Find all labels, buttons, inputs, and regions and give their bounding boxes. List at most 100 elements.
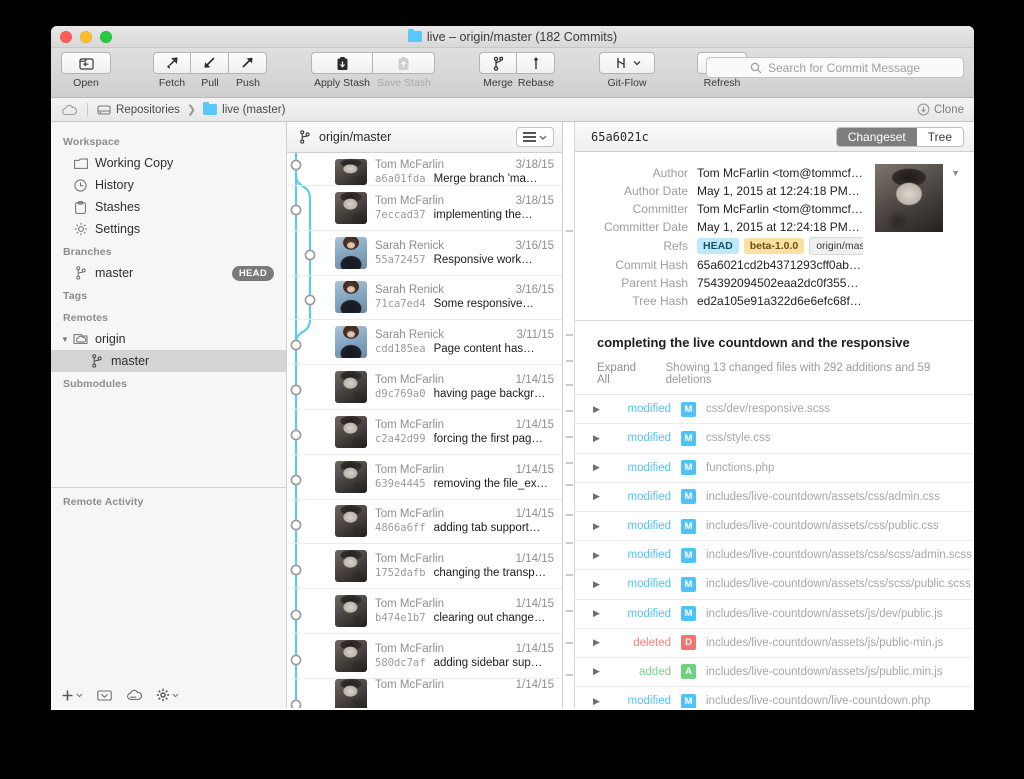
commit-row[interactable]: Tom McFarlin 3/18/15 a6a01fda Merge bran… <box>287 153 562 186</box>
files-header: Expand All Showing 13 changed files with… <box>575 362 974 394</box>
commit-row[interactable]: Tom McFarlin 3/18/15 7eccad37 implementi… <box>287 186 562 231</box>
commit-row[interactable]: Tom McFarlin 1/14/15 c2a42d99 forcing th… <box>287 410 562 455</box>
file-row[interactable]: ▶ modified M functions.php <box>575 454 974 483</box>
disclosure-triangle-icon[interactable]: ▶ <box>593 404 615 415</box>
disclosure-triangle-icon[interactable]: ▶ <box>593 608 615 619</box>
search-placeholder: Search for Commit Message <box>767 60 921 75</box>
settings-menu-button[interactable] <box>156 688 179 702</box>
file-row[interactable]: ▶ added A includes/live-countdown/assets… <box>575 658 974 688</box>
commit-date: 1/14/15 <box>515 598 554 611</box>
file-row[interactable]: ▶ modified M includes/live-countdown/ass… <box>575 541 974 571</box>
file-row[interactable]: ▶ modified M css/dev/responsive.scss <box>575 395 974 425</box>
ref-chip-remote[interactable]: origin/master <box>809 237 864 256</box>
sidebar-item-settings[interactable]: Settings <box>51 218 286 240</box>
breadcrumb-repositories[interactable]: Repositories <box>97 104 180 116</box>
metadata-row: Author Date May 1, 2015 at 12:24:18 PM E… <box>585 182 863 200</box>
disclosure-triangle-icon[interactable]: ▶ <box>593 696 615 707</box>
file-row[interactable]: ▶ modified M includes/live-countdown/ass… <box>575 483 974 512</box>
sidebar-item-origin-master[interactable]: master <box>51 350 286 372</box>
disclosure-triangle-icon[interactable]: ▼ <box>61 335 69 344</box>
refresh-label: Refresh <box>703 77 741 89</box>
commit-row[interactable]: Tom McFarlin 1/14/15 580dc7af adding sid… <box>287 634 562 679</box>
commit-message: changing the transp… <box>433 567 547 580</box>
ref-chip-head[interactable]: HEAD <box>697 238 739 255</box>
app-window: live – origin/master (182 Commits) Open … <box>51 26 974 710</box>
expand-all-button[interactable]: Expand All <box>597 362 648 386</box>
sidebar-item-working-copy[interactable]: Working Copy <box>51 152 286 174</box>
git-flow-label: Git-Flow <box>607 77 647 89</box>
metadata-key: Author Date <box>623 184 688 199</box>
rebase-button[interactable]: Rebase <box>517 52 555 89</box>
disclosure-triangle-icon[interactable]: ▶ <box>593 521 615 532</box>
file-row[interactable]: ▶ modified M includes/live-countdown/liv… <box>575 687 974 708</box>
file-row[interactable]: ▶ modified M css/style.css <box>575 424 974 454</box>
commit-list-body[interactable]: Tom McFarlin 3/18/15 a6a01fda Merge bran… <box>287 153 562 708</box>
avatar <box>335 639 367 672</box>
disclosure-triangle-icon[interactable]: ▶ <box>593 433 615 444</box>
commit-row[interactable]: Sarah Renick 3/16/15 55a72457 Responsive… <box>287 231 562 276</box>
sidebar-item-label: origin <box>95 332 126 346</box>
list-options-button[interactable] <box>516 127 554 147</box>
clone-button[interactable]: Clone <box>917 103 964 116</box>
fetch-button[interactable]: Fetch <box>153 52 191 89</box>
file-row[interactable]: ▶ modified M includes/live-countdown/ass… <box>575 512 974 542</box>
inbox-button[interactable] <box>97 689 112 702</box>
tab-tree[interactable]: Tree <box>916 127 963 146</box>
rebase-label: Rebase <box>517 77 555 89</box>
add-button[interactable] <box>61 689 83 702</box>
file-row[interactable]: ▶ modified M includes/live-countdown/ass… <box>575 600 974 629</box>
changed-files-list[interactable]: ▶ modified M css/dev/responsive.scss ▶ m… <box>575 394 974 708</box>
merge-button[interactable]: Merge <box>479 52 517 89</box>
sidebar-item-history[interactable]: History <box>51 174 286 196</box>
file-path: includes/live-countdown/assets/css/admin… <box>706 490 940 503</box>
commit-row[interactable]: Sarah Renick 3/16/15 71ca7ed4 Some respo… <box>287 276 562 321</box>
commit-row[interactable]: Sarah Renick 3/11/15 cdd185ea Page conte… <box>287 320 562 366</box>
commit-hash: 1752dafb <box>375 567 426 580</box>
commit-row[interactable]: Tom McFarlin 1/14/15 <box>287 678 562 708</box>
commit-row[interactable]: Tom McFarlin 1/14/15 b474e1b7 clearing o… <box>287 589 562 634</box>
sidebar-section-tags: Tags <box>63 290 88 302</box>
cloud-icon[interactable] <box>61 104 78 116</box>
disclosure-triangle-icon[interactable]: ▶ <box>593 462 615 473</box>
apply-stash-button[interactable]: Apply Stash <box>311 52 373 89</box>
commit-row[interactable]: Tom McFarlin 1/14/15 4866a6ff adding tab… <box>287 500 562 545</box>
commit-row[interactable]: Tom McFarlin 1/14/15 d9c769a0 having pag… <box>287 365 562 410</box>
disclosure-triangle-icon[interactable]: ▶ <box>593 637 615 648</box>
search-input[interactable]: Search for Commit Message <box>706 57 964 78</box>
commit-date: 1/14/15 <box>515 678 554 691</box>
commit-scroll-ticks[interactable] <box>563 122 575 708</box>
avatar <box>335 415 367 448</box>
pull-button[interactable]: Pull <box>191 52 229 89</box>
git-flow-button[interactable]: Git-Flow <box>599 52 655 89</box>
tab-changeset[interactable]: Changeset <box>836 127 917 146</box>
window-title-text: live – origin/master (182 Commits) <box>426 29 618 44</box>
view-mode-toggle[interactable]: Changeset Tree <box>835 126 964 147</box>
file-row[interactable]: ▶ modified M includes/live-countdown/ass… <box>575 570 974 600</box>
ref-chip-tag[interactable]: beta-1.0.0 <box>743 238 805 255</box>
collapse-metadata-icon[interactable]: ▼ <box>951 168 960 178</box>
remote-button[interactable] <box>126 689 142 702</box>
pull-icon <box>191 52 229 74</box>
clone-icon <box>917 103 930 116</box>
sidebar-item-remote-origin[interactable]: ▼ origin <box>51 328 286 350</box>
commit-row[interactable]: Tom McFarlin 1/14/15 639e4445 removing t… <box>287 455 562 500</box>
sidebar-item-label: Working Copy <box>95 156 174 170</box>
commit-row[interactable]: Tom McFarlin 1/14/15 1752dafb changing t… <box>287 544 562 590</box>
chevron-down-icon <box>76 693 83 697</box>
disclosure-triangle-icon[interactable]: ▶ <box>593 579 615 590</box>
disclosure-triangle-icon[interactable]: ▶ <box>593 491 615 502</box>
sidebar-item-stashes[interactable]: Stashes <box>51 196 286 218</box>
commit-author: Tom McFarlin <box>375 194 445 207</box>
open-button[interactable]: Open <box>61 52 111 89</box>
file-row[interactable]: ▶ deleted D includes/live-countdown/asse… <box>575 629 974 658</box>
metadata-table: Author Tom McFarlin <tom@tommcfarlin.… A… <box>585 164 864 310</box>
disclosure-triangle-icon[interactable]: ▶ <box>593 550 615 561</box>
disclosure-triangle-icon[interactable]: ▶ <box>593 666 615 677</box>
push-button[interactable]: Push <box>229 52 267 89</box>
metadata-row: Tree Hash ed2a105e91a322d6e6efc68ff4a95… <box>585 292 863 310</box>
breadcrumb-current[interactable]: live (master) <box>203 101 285 116</box>
file-path: includes/live-countdown/assets/js/public… <box>706 665 943 678</box>
sidebar-item-branch-master[interactable]: master HEAD <box>51 262 286 284</box>
metadata-row-refs: Refs HEAD beta-1.0.0 origin/master … <box>585 236 864 256</box>
commit-author: Tom McFarlin <box>375 374 445 387</box>
